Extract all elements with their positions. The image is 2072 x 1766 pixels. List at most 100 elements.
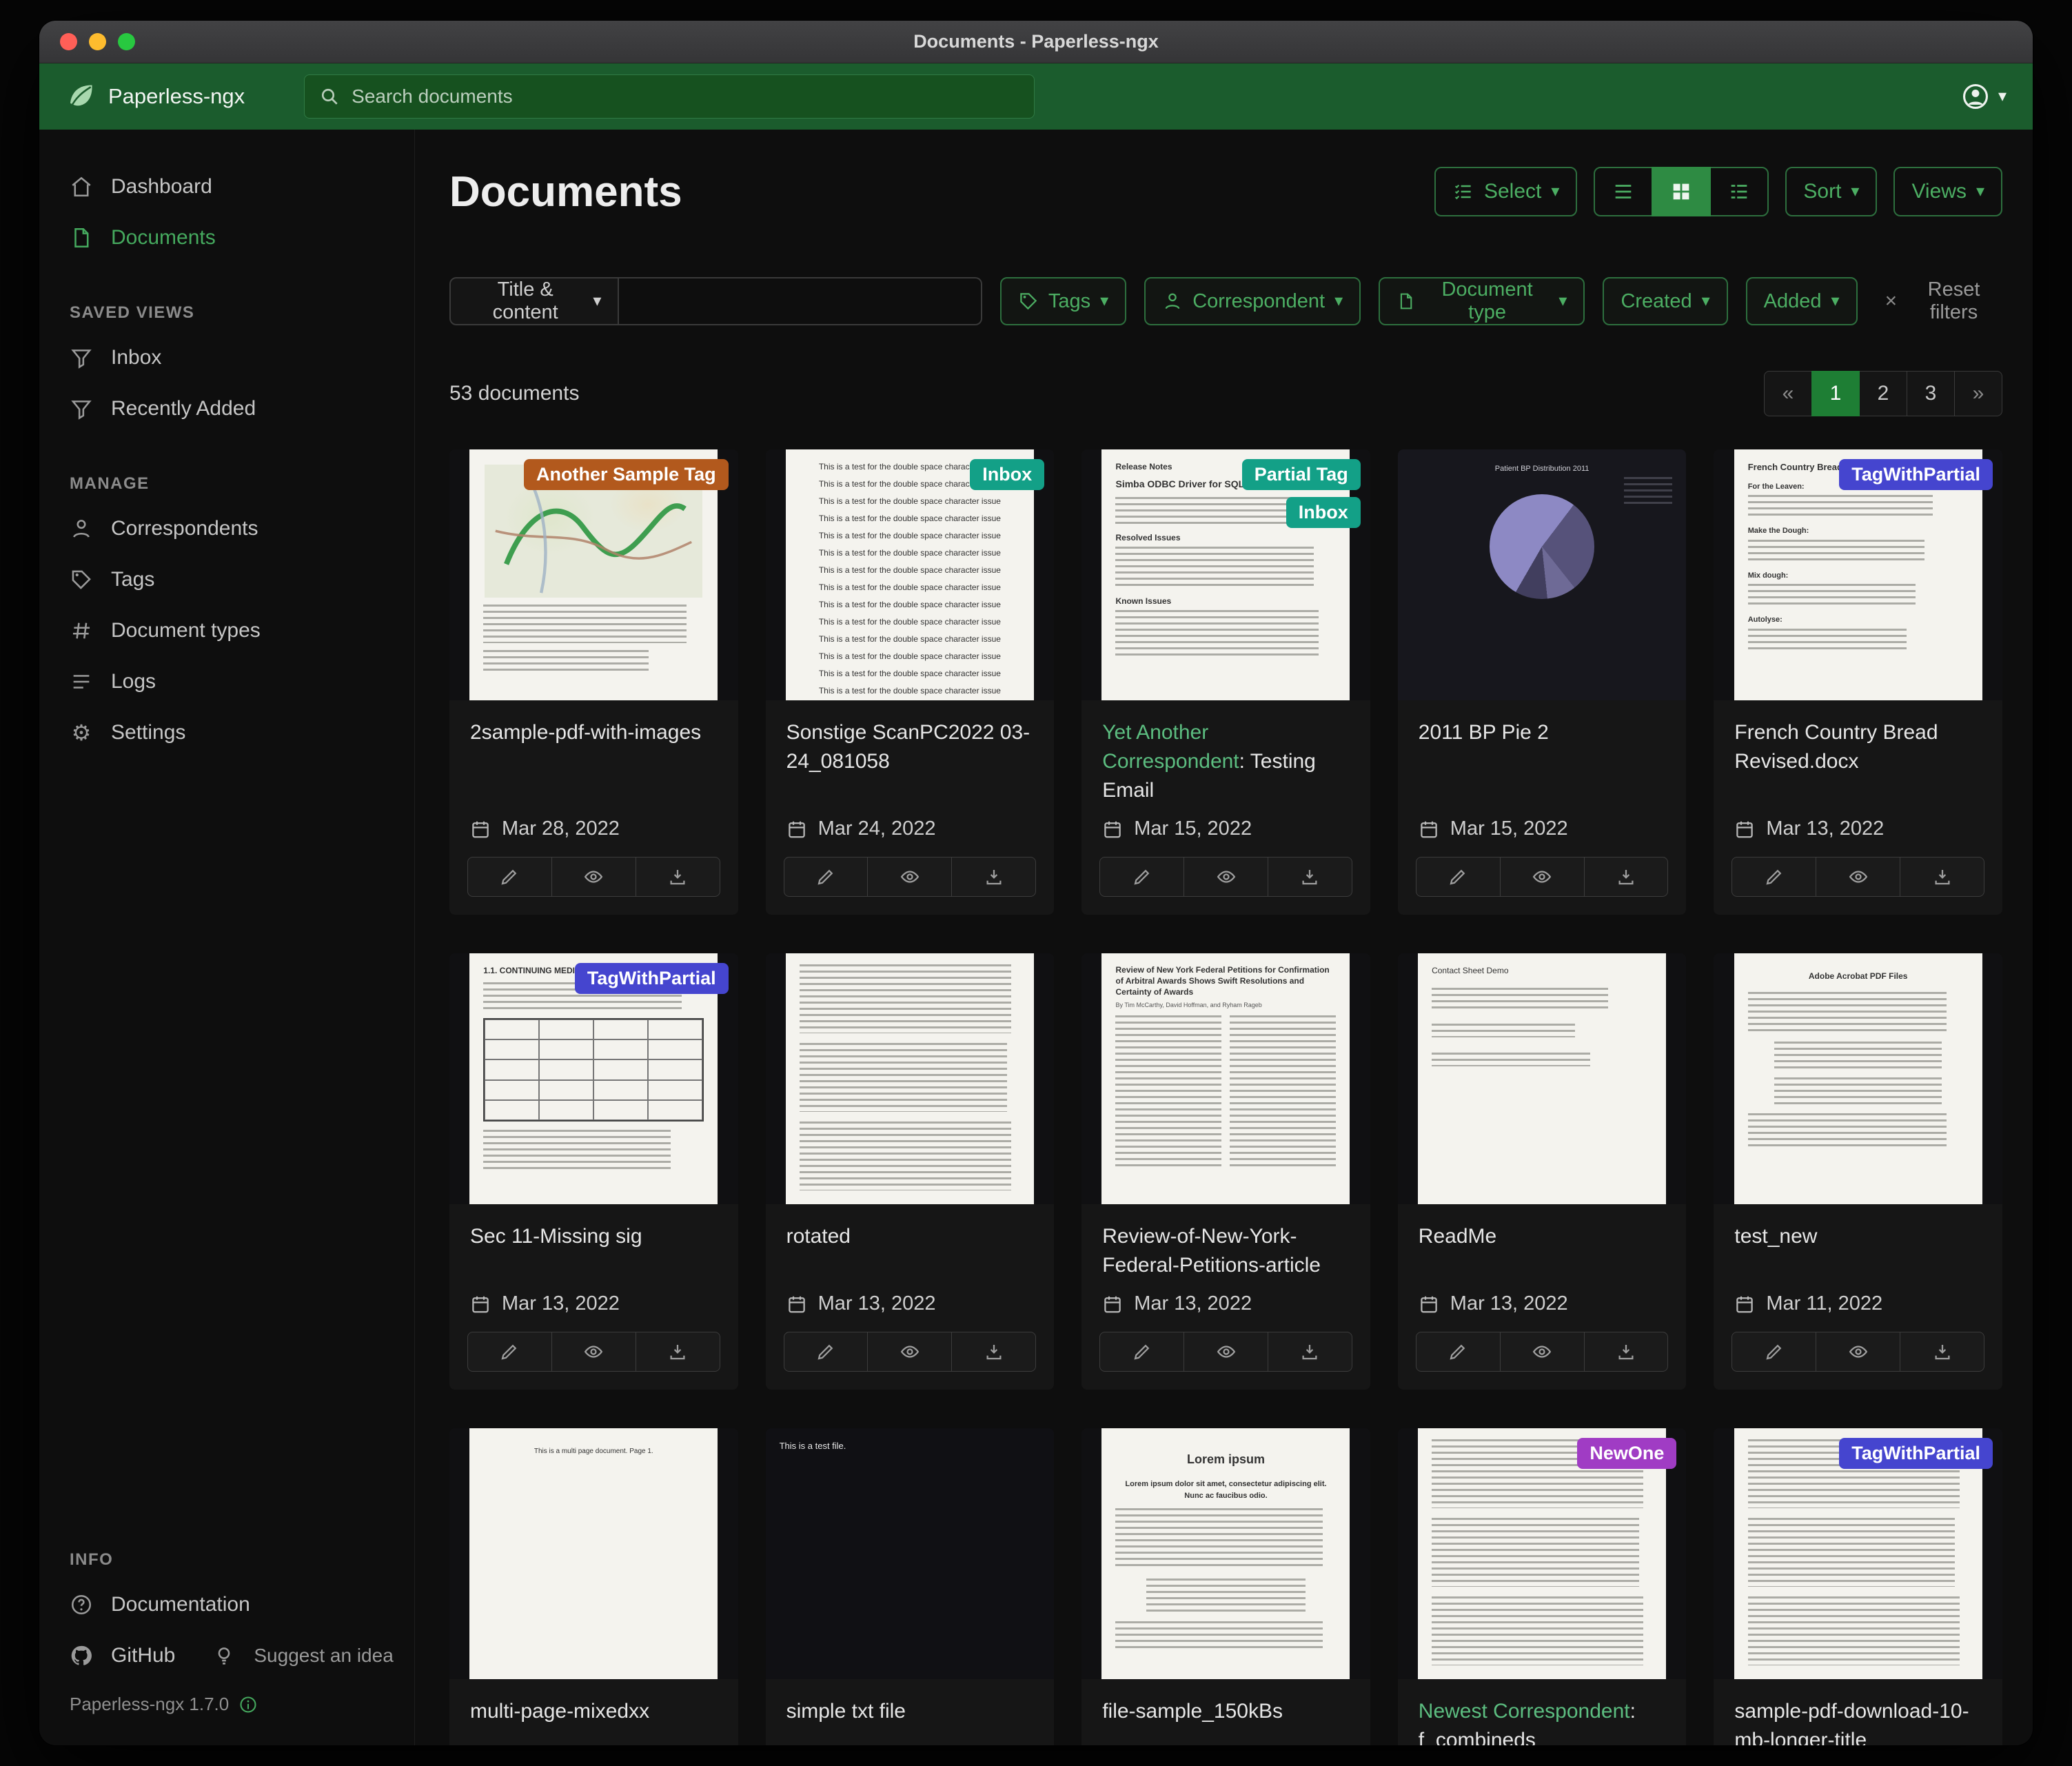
details-view-button[interactable] [1709,167,1769,216]
document-thumbnail[interactable]: Review of New York Federal Petitions for… [1081,953,1370,1204]
document-title[interactable]: simple txt file [786,1697,1034,1726]
edit-button[interactable] [1099,857,1184,897]
document-title[interactable]: Newest Correspondent: f_combineds [1419,1697,1666,1745]
download-button[interactable] [1900,1332,1984,1372]
sort-button[interactable]: Sort ▾ [1785,167,1877,216]
download-button[interactable] [636,1332,720,1372]
tag-chip[interactable]: TagWithPartial [575,963,729,994]
sidebar-item-dashboard[interactable]: Dashboard [39,161,414,212]
document-thumbnail[interactable]: This is a test file. [766,1428,1055,1679]
search-input[interactable] [352,85,1020,108]
tag-chip[interactable]: Partial Tag [1242,459,1361,490]
tags-filter-button[interactable]: Tags ▾ [1000,277,1126,325]
select-button[interactable]: Select ▾ [1434,167,1577,216]
download-button[interactable] [1900,857,1984,897]
view-button[interactable] [867,857,952,897]
edit-button[interactable] [467,857,552,897]
reset-filters-button[interactable]: × Reset filters [1885,278,2002,324]
edit-button[interactable] [467,1332,552,1372]
document-title[interactable]: 2sample-pdf-with-images [470,718,718,747]
document-title[interactable]: file-sample_150kBs [1102,1697,1350,1726]
document-title[interactable]: Yet Another Correspondent: Testing Email [1102,718,1350,805]
document-thumbnail[interactable]: TagWithPartial [1714,1428,2002,1679]
sidebar-item-inbox[interactable]: Inbox [39,332,414,383]
document-thumbnail[interactable]: Release NotesSimba ODBC Driver for SQL S… [1081,449,1370,700]
list-view-button[interactable] [1594,167,1653,216]
download-button[interactable] [951,857,1036,897]
pagination-page-2[interactable]: 2 [1859,371,1907,416]
document-thumbnail[interactable]: This is a test for the double space char… [766,449,1055,700]
edit-button[interactable] [1731,857,1816,897]
document-title[interactable]: 2011 BP Pie 2 [1419,718,1666,747]
sidebar-item-documents[interactable]: Documents [39,212,414,263]
download-button[interactable] [1584,857,1669,897]
view-button[interactable] [1816,1332,1900,1372]
document-title[interactable]: Review-of-New-York-Federal-Petitions-art… [1102,1222,1350,1280]
minimize-window-button[interactable] [89,33,106,50]
sidebar-item-correspondents[interactable]: Correspondents [39,503,414,554]
sidebar-item-settings[interactable]: ⚙ Settings [39,707,414,758]
pagination-page-3[interactable]: 3 [1907,371,1955,416]
tag-chip[interactable]: Inbox [970,459,1044,490]
document-thumbnail[interactable]: Another Sample Tag [449,449,738,700]
document-thumbnail[interactable] [766,953,1055,1204]
tag-chip[interactable]: Inbox [1286,497,1361,528]
document-thumbnail[interactable]: This is a multi page document. Page 1. [449,1428,738,1679]
document-title[interactable]: Sec 11-Missing sig [470,1222,718,1251]
document-thumbnail[interactable]: Adobe Acrobat PDF Files [1714,953,2002,1204]
sidebar-item-github[interactable]: GitHub [39,1630,182,1681]
download-button[interactable] [951,1332,1036,1372]
document-thumbnail[interactable]: Lorem ipsumLorem ipsum dolor sit amet, c… [1081,1428,1370,1679]
document-type-filter-button[interactable]: Document type ▾ [1379,277,1585,325]
view-button[interactable] [1184,1332,1268,1372]
document-title[interactable]: Sonstige ScanPC2022 03-24_081058 [786,718,1034,776]
pagination-prev-button[interactable]: « [1764,371,1812,416]
edit-button[interactable] [1416,857,1501,897]
title-content-input[interactable] [619,277,982,325]
document-thumbnail[interactable]: Contact Sheet Demo [1398,953,1687,1204]
download-button[interactable] [1268,857,1352,897]
edit-button[interactable] [1099,1332,1184,1372]
sidebar-item-suggest-idea[interactable]: Suggest an idea [182,1630,400,1681]
user-menu-button[interactable]: ▾ [1961,82,2007,111]
pagination-next-button[interactable]: » [1954,371,2002,416]
view-button[interactable] [551,857,636,897]
sidebar-item-documentation[interactable]: Documentation [39,1579,281,1630]
document-thumbnail[interactable]: Patient BP Distribution 2011 [1398,449,1687,700]
download-button[interactable] [1268,1332,1352,1372]
edit-button[interactable] [784,1332,869,1372]
view-button[interactable] [867,1332,952,1372]
brand-logo[interactable]: Paperless-ngx [65,81,245,112]
document-correspondent[interactable]: Yet Another Correspondent [1102,721,1239,773]
info-circle-icon[interactable] [238,1695,258,1714]
document-correspondent[interactable]: Newest Correspondent [1419,1700,1630,1723]
view-button[interactable] [1816,857,1900,897]
view-button[interactable] [1500,857,1585,897]
edit-button[interactable] [1731,1332,1816,1372]
download-button[interactable] [1584,1332,1669,1372]
document-thumbnail[interactable]: French Country BreadFor the Leaven:Make … [1714,449,2002,700]
document-title[interactable]: multi-page-mixedxx [470,1697,718,1726]
sidebar-item-document-types[interactable]: Document types [39,605,414,656]
edit-button[interactable] [784,857,869,897]
correspondent-filter-button[interactable]: Correspondent ▾ [1144,277,1361,325]
view-button[interactable] [551,1332,636,1372]
zoom-window-button[interactable] [118,33,135,50]
sidebar-item-tags[interactable]: Tags [39,554,414,605]
sidebar-item-recently-added[interactable]: Recently Added [39,383,414,434]
document-title[interactable]: French Country Bread Revised.docx [1734,718,1982,776]
tag-chip[interactable]: TagWithPartial [1839,1438,1993,1469]
close-window-button[interactable] [60,33,77,50]
title-content-dropdown[interactable]: Title & content ▾ [449,277,619,325]
sidebar-item-logs[interactable]: Logs [39,656,414,707]
created-filter-button[interactable]: Created ▾ [1603,277,1727,325]
document-thumbnail[interactable]: NewOne [1398,1428,1687,1679]
document-title[interactable]: ReadMe [1419,1222,1666,1251]
view-button[interactable] [1184,857,1268,897]
view-button[interactable] [1500,1332,1585,1372]
views-button[interactable]: Views ▾ [1893,167,2002,216]
document-thumbnail[interactable]: 1.1. CONTINUING MEDICAL EDUCATagWithPart… [449,953,738,1204]
grid-view-button[interactable] [1652,167,1711,216]
tag-chip[interactable]: NewOne [1577,1438,1676,1469]
added-filter-button[interactable]: Added ▾ [1746,277,1858,325]
